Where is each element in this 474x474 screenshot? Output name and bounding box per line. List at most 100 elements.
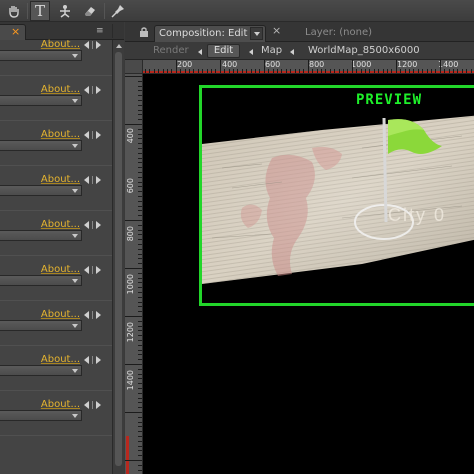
keyframe-navigator[interactable] <box>82 221 106 229</box>
city-label: City 0 <box>388 205 447 225</box>
next-keyframe-icon[interactable] <box>96 221 101 229</box>
next-keyframe-icon[interactable] <box>96 131 101 139</box>
type-tool-button[interactable]: T <box>30 1 50 21</box>
next-keyframe-icon[interactable] <box>96 176 101 184</box>
chevron-down-icon <box>72 144 78 148</box>
about-link[interactable]: About... <box>41 309 80 320</box>
next-keyframe-icon[interactable] <box>96 401 101 409</box>
ruler-tick <box>138 397 142 399</box>
about-link[interactable]: About... <box>41 219 80 230</box>
next-keyframe-icon[interactable] <box>96 266 101 274</box>
ruler-tick <box>294 69 296 73</box>
about-link[interactable]: About... <box>41 84 80 95</box>
puppet-tool-button[interactable] <box>55 1 75 21</box>
ruler-tick <box>138 450 142 452</box>
ruler-tick <box>334 69 336 73</box>
ruler-tick <box>138 421 142 423</box>
chevron-down-icon <box>254 32 260 36</box>
next-keyframe-icon[interactable] <box>96 356 101 364</box>
layer-tab[interactable]: Layer: (none) <box>305 27 372 38</box>
close-icon[interactable]: × <box>272 24 281 37</box>
row-divider <box>0 75 112 76</box>
effect-dropdown[interactable] <box>0 185 82 196</box>
ruler-tick <box>378 69 380 73</box>
about-link[interactable]: About... <box>41 399 80 410</box>
breadcrumb-map[interactable]: Map <box>261 45 282 56</box>
previous-keyframe-icon[interactable] <box>84 176 89 184</box>
composition-tab[interactable]: Composition: Edit <box>154 25 266 42</box>
effect-dropdown[interactable] <box>0 95 82 106</box>
scrollbar-thumb[interactable] <box>115 52 122 466</box>
composition-canvas[interactable]: PREVIEW City 0 <box>143 74 474 474</box>
next-keyframe-icon[interactable] <box>96 86 101 94</box>
effect-dropdown[interactable] <box>0 320 82 331</box>
about-link[interactable]: About... <box>41 129 80 140</box>
keyframe-navigator[interactable] <box>82 86 106 94</box>
pin-tool-button[interactable] <box>108 1 128 21</box>
about-link[interactable]: About... <box>41 39 80 50</box>
ruler-tick <box>404 69 406 73</box>
next-keyframe-icon[interactable] <box>96 311 101 319</box>
row-divider <box>0 345 112 346</box>
breadcrumb-edit[interactable]: Edit <box>207 44 240 58</box>
effect-dropdown[interactable] <box>0 275 82 286</box>
keyframe-navigator[interactable] <box>82 131 106 139</box>
lock-icon[interactable] <box>139 27 149 37</box>
effect-dropdown[interactable] <box>0 140 82 151</box>
breadcrumb-worldmap[interactable]: WorldMap_8500x6000 <box>308 45 420 56</box>
keyframe-navigator[interactable] <box>82 176 106 184</box>
ruler-tick <box>138 85 142 87</box>
ruler-tick <box>299 69 300 73</box>
ruler-tick <box>307 60 309 73</box>
ruler-tick <box>281 69 283 73</box>
previous-keyframe-icon[interactable] <box>84 266 89 274</box>
keyframe-navigator[interactable] <box>82 41 106 49</box>
keyframe-navigator[interactable] <box>82 311 106 319</box>
previous-keyframe-icon[interactable] <box>84 401 89 409</box>
about-link[interactable]: About... <box>41 174 80 185</box>
ruler-tick <box>329 69 331 73</box>
effect-row: About... <box>0 172 112 217</box>
pin-icon <box>111 5 124 18</box>
previous-keyframe-icon[interactable] <box>84 41 89 49</box>
about-link[interactable]: About... <box>41 264 80 275</box>
effect-dropdown[interactable] <box>0 410 82 421</box>
panel-scrollbar[interactable] <box>112 40 124 474</box>
ruler-tick <box>138 148 142 149</box>
panel-menu-icon[interactable]: ≡ <box>96 26 104 36</box>
horizontal-ruler[interactable]: 200 400 600 800 1000 1200 1400 <box>125 60 474 74</box>
previous-keyframe-icon[interactable] <box>84 356 89 364</box>
effect-dropdown[interactable] <box>0 230 82 241</box>
previous-keyframe-icon[interactable] <box>84 86 89 94</box>
ruler-origin[interactable] <box>125 60 143 73</box>
next-keyframe-icon[interactable] <box>96 41 101 49</box>
effect-controls-panel: × ≡ About... About... About... About... Abou… <box>0 22 124 474</box>
previous-keyframe-icon[interactable] <box>84 221 89 229</box>
composition-tab-label: Composition: Edit <box>159 28 248 39</box>
effect-dropdown[interactable] <box>0 50 82 61</box>
keyframe-navigator[interactable] <box>82 266 106 274</box>
about-link[interactable]: About... <box>41 354 80 365</box>
panel-divider <box>112 24 113 38</box>
composition-dropdown-button[interactable] <box>250 27 263 40</box>
previous-keyframe-icon[interactable] <box>84 311 89 319</box>
previous-keyframe-icon[interactable] <box>84 131 89 139</box>
navigator-divider <box>92 221 93 229</box>
ruler-tick <box>138 181 142 183</box>
vertical-ruler[interactable]: 400 600 800 1000 1200 1400 <box>125 74 143 474</box>
hand-tool-button[interactable] <box>4 1 24 21</box>
eraser-tool-button[interactable] <box>80 1 100 21</box>
ruler-label: 600 <box>126 178 135 194</box>
ruler-tick <box>138 373 142 375</box>
breadcrumb-render[interactable]: Render <box>153 45 189 56</box>
ruler-tick <box>356 69 358 73</box>
chevron-down-icon <box>72 279 78 283</box>
effect-dropdown[interactable] <box>0 365 82 376</box>
ruler-tick <box>138 205 142 207</box>
ruler-tick <box>138 200 142 202</box>
keyframe-navigator[interactable] <box>82 401 106 409</box>
ruler-tick <box>138 224 142 226</box>
keyframe-navigator[interactable] <box>82 356 106 364</box>
ruler-tick <box>125 220 142 221</box>
scroll-up-arrow-icon[interactable] <box>116 44 122 48</box>
